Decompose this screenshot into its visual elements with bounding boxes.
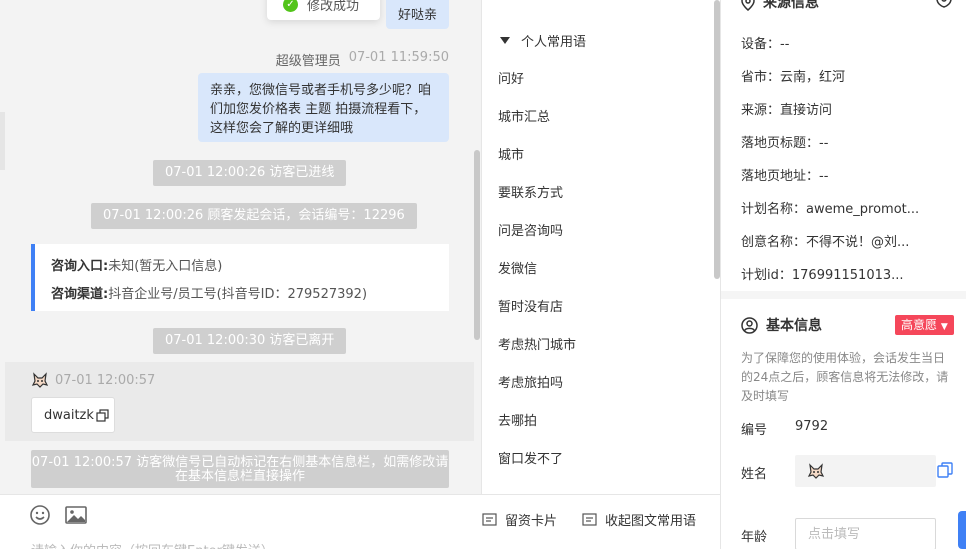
system-message-left: 07-01 12:00:30 访客已离开 xyxy=(153,328,347,354)
copy-icon[interactable] xyxy=(937,462,953,478)
copy-icon[interactable] xyxy=(96,408,109,422)
id-value: 9792 xyxy=(795,419,829,434)
system-message-entered: 07-01 12:00:26 访客已进线 xyxy=(153,160,347,186)
phrase-item[interactable]: 考虑旅拍吗 xyxy=(498,372,563,391)
name-label: 姓名 xyxy=(741,467,768,482)
input-toolbar: 留资卡片 收起图文常用语 请输入你的内容（按回车键Enter键发送） xyxy=(0,494,720,549)
caret-down-icon xyxy=(500,37,510,44)
visitor-wechat-box[interactable]: dwaitzk xyxy=(31,397,115,433)
source-row-region: 省市：云南，红河 xyxy=(741,66,845,85)
visitor-avatar-icon xyxy=(807,463,825,479)
consult-entry-label: 咨询入口: xyxy=(51,259,109,274)
system-message-session: 07-01 12:00:26 顾客发起会话，会话编号：12296 xyxy=(91,203,417,229)
source-label: 计划名称： xyxy=(741,202,807,217)
chat-panel: 好哒亲 ✓ 修改成功 超级管理员 07-01 11:59:50 亲亲，您微信号或… xyxy=(0,0,481,549)
phrase-item[interactable]: 问是咨询吗 xyxy=(498,220,563,239)
intent-level-dropdown[interactable]: 高意愿 ▼ xyxy=(895,315,954,335)
image-icon[interactable] xyxy=(65,504,87,526)
source-value: 直接访问 xyxy=(780,103,833,118)
success-toast: ✓ 修改成功 xyxy=(267,0,380,20)
source-label: 落地页标题： xyxy=(741,136,820,151)
agent-message-time: 07-01 11:59:50 xyxy=(348,50,449,65)
name-field[interactable] xyxy=(795,455,936,487)
agent-sender: 超级管理员 xyxy=(275,54,341,69)
source-row-landing-url: 落地页地址：-- xyxy=(741,165,828,184)
emoji-icon[interactable] xyxy=(29,504,51,526)
section-divider xyxy=(721,291,966,299)
source-label: 省市： xyxy=(741,70,781,85)
edit-notice: 为了保障您的使用体验，会话发生当日的24点之后，顾客信息将无法修改，请及时填写 xyxy=(741,351,949,403)
floating-action-tab[interactable] xyxy=(958,511,966,549)
source-row-creative-name: 创意名称：不得不说！@刘... xyxy=(741,231,909,250)
intent-level-label: 高意愿 xyxy=(901,318,938,332)
age-label: 年龄 xyxy=(741,530,768,545)
phrase-item[interactable]: 窗口发不了 xyxy=(498,448,563,467)
agent-message-bubble: 亲亲，您微信号或者手机号多少呢？咱们加您发价格表 主题 拍摄流程看下，这样您会了… xyxy=(198,73,449,142)
source-value: aweme_promot... xyxy=(806,202,920,217)
phrase-item[interactable]: 问好 xyxy=(498,68,524,87)
phrase-item[interactable]: 暂时没有店 xyxy=(498,296,563,315)
caret-down-icon: ▼ xyxy=(940,322,948,332)
previous-message-bubble: 好哒亲 xyxy=(385,0,449,29)
source-label: 落地页地址： xyxy=(741,169,820,184)
consult-channel-label: 咨询渠道: xyxy=(51,287,109,302)
source-info-header: 来源信息 xyxy=(741,0,819,12)
basic-info-header: 基本信息 xyxy=(741,315,822,335)
phrase-item[interactable]: 要联系方式 xyxy=(498,182,563,201)
message-input[interactable]: 请输入你的内容（按回车键Enter键发送） xyxy=(31,540,274,549)
consult-channel-value: 抖音企业号/员工号(抖音号ID：279527392) xyxy=(108,287,368,302)
collapse-phrases-label: 收起图文常用语 xyxy=(605,514,697,529)
phrases-panel: 个人常用语 问好 城市汇总 城市 要联系方式 问是咨询吗 发微信 暂时没有店 考… xyxy=(481,0,720,494)
agent-message-meta: 超级管理员 07-01 11:59:50 xyxy=(276,50,449,69)
consult-entry-value: 未知(暂无入口信息) xyxy=(108,259,223,274)
lead-card-label: 留资卡片 xyxy=(505,514,558,529)
visitor-avatar-icon xyxy=(31,372,49,388)
chat-scrollbar[interactable] xyxy=(474,150,480,340)
consult-entry-row: 咨询入口:未知(暂无入口信息) xyxy=(51,253,433,281)
visitor-message-time: 07-01 12:00:57 xyxy=(55,372,156,388)
id-label: 编号 xyxy=(741,423,768,438)
source-value: 176991151013... xyxy=(791,268,904,283)
source-label: 计划id： xyxy=(741,268,792,283)
card-icon xyxy=(482,513,497,526)
visitor-message-meta: 07-01 12:00:57 xyxy=(31,372,155,388)
consult-info-card: 咨询入口:未知(暂无入口信息) 咨询渠道:抖音企业号/员工号(抖音号ID：279… xyxy=(31,244,449,311)
phrases-group-header[interactable]: 个人常用语 xyxy=(500,31,586,50)
left-edge-strip xyxy=(0,112,5,170)
consult-channel-row: 咨询渠道:抖音企业号/员工号(抖音号ID：279527392) xyxy=(51,281,433,309)
source-value: -- xyxy=(819,136,829,151)
shield-icon[interactable] xyxy=(935,0,953,8)
source-label: 设备： xyxy=(741,37,781,52)
age-input[interactable] xyxy=(795,518,936,549)
source-value: -- xyxy=(819,169,829,184)
source-value: 云南，红河 xyxy=(780,70,846,85)
collapse-phrases-button[interactable]: 收起图文常用语 xyxy=(582,510,696,529)
source-label: 来源： xyxy=(741,103,781,118)
source-label: 创意名称： xyxy=(741,235,807,250)
phrase-item[interactable]: 考虑热门城市 xyxy=(498,334,576,353)
phrase-item[interactable]: 发微信 xyxy=(498,258,537,277)
phrase-item[interactable]: 去哪拍 xyxy=(498,410,537,429)
basic-info-title: 基本信息 xyxy=(766,318,822,334)
toast-text: 修改成功 xyxy=(307,0,360,14)
source-value: 不得不说！@刘... xyxy=(806,235,910,250)
source-row-plan-id: 计划id：176991151013... xyxy=(741,264,904,283)
phrase-item[interactable]: 城市汇总 xyxy=(498,106,550,125)
visitor-wechat-text: dwaitzk xyxy=(44,407,94,423)
source-row-device: 设备：-- xyxy=(741,33,789,52)
source-value: -- xyxy=(780,37,790,52)
phrases-group-title: 个人常用语 xyxy=(521,35,587,50)
check-circle-icon: ✓ xyxy=(283,0,298,12)
source-row-origin: 来源：直接访问 xyxy=(741,99,832,118)
user-circle-icon xyxy=(741,316,758,334)
source-row-plan-name: 计划名称：aweme_promot... xyxy=(741,198,919,217)
location-pin-icon xyxy=(741,0,755,11)
system-message-autotag: 07-01 12:00:57 访客微信号已自动标记在右侧基本信息栏，如需修改请在… xyxy=(31,450,449,488)
phrases-icon xyxy=(582,513,597,526)
lead-card-button[interactable]: 留资卡片 xyxy=(482,510,557,529)
source-info-title: 来源信息 xyxy=(763,0,819,11)
phrase-item[interactable]: 城市 xyxy=(498,144,524,163)
source-row-landing-title: 落地页标题：-- xyxy=(741,132,828,151)
customer-info-panel: 来源信息 设备：-- 省市：云南，红河 来源：直接访问 落地页标题：-- 落地页… xyxy=(720,0,966,549)
